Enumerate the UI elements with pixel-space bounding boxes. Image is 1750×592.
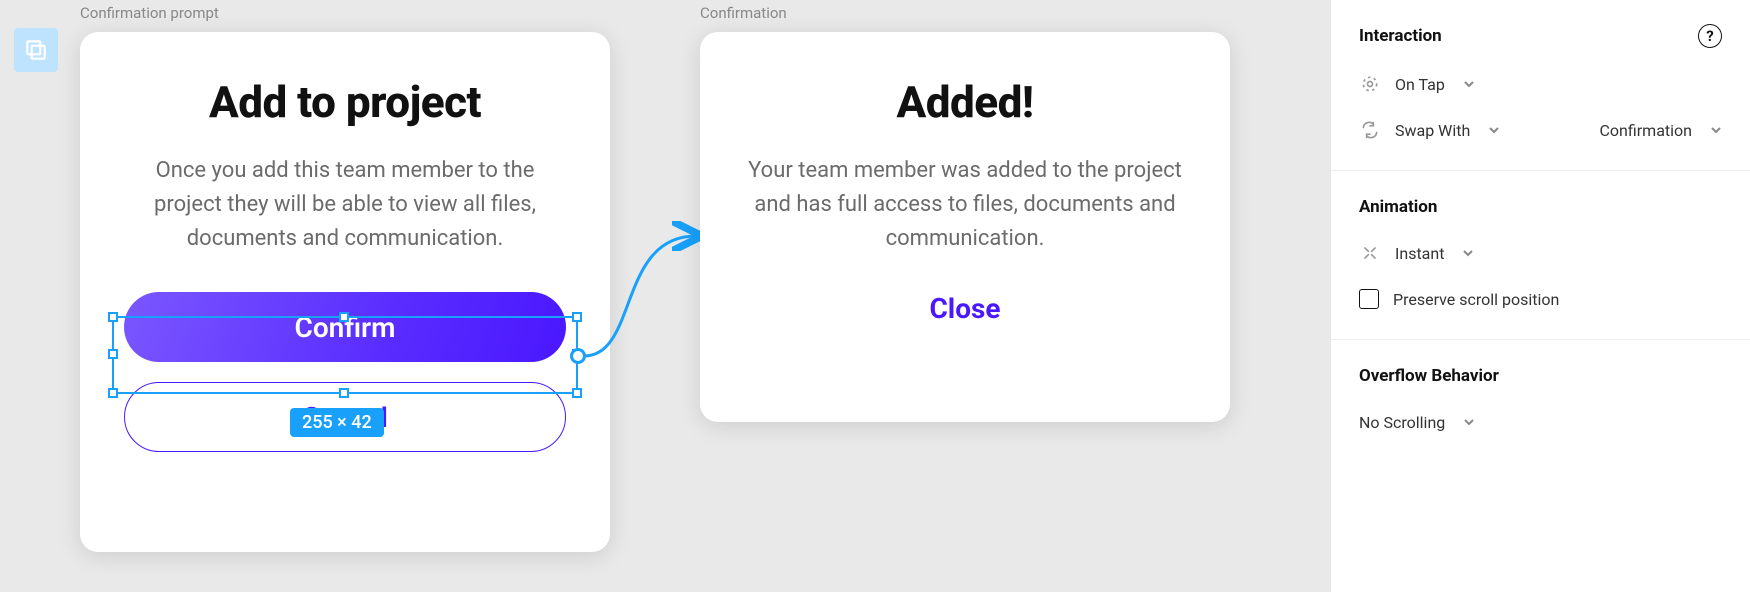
prototype-connection-handle[interactable] <box>570 348 586 364</box>
design-canvas[interactable]: Confirmation prompt Add to project Once … <box>0 0 1330 592</box>
trigger-label: On Tap <box>1395 75 1445 94</box>
close-button[interactable]: Close <box>744 292 1186 325</box>
dialog-body: Once you add this team member to the pro… <box>124 154 566 256</box>
section-title-animation: Animation <box>1359 197 1437 217</box>
instant-icon <box>1359 242 1381 264</box>
trigger-row[interactable]: On Tap <box>1359 70 1722 98</box>
action-label: Swap With <box>1395 121 1470 140</box>
animation-type-row[interactable]: Instant <box>1359 239 1722 267</box>
preserve-scroll-label: Preserve scroll position <box>1393 290 1559 309</box>
dialog-title: Add to project <box>124 76 566 128</box>
frame-confirmation-prompt[interactable]: Add to project Once you add this team me… <box>80 32 610 552</box>
help-icon[interactable]: ? <box>1698 24 1722 48</box>
frame-label-2[interactable]: Confirmation <box>700 4 787 22</box>
preserve-scroll-checkbox[interactable] <box>1359 289 1379 309</box>
dialog-body: Your team member was added to the projec… <box>744 154 1186 256</box>
confirm-button[interactable]: Confirm <box>124 292 566 362</box>
action-target[interactable]: Confirmation <box>1600 121 1692 140</box>
overflow-mode-label: No Scrolling <box>1359 413 1445 432</box>
component-instance-icon[interactable] <box>14 28 58 72</box>
tap-icon <box>1359 73 1381 95</box>
action-row[interactable]: Swap With Confirmation <box>1359 116 1722 144</box>
dialog-title: Added! <box>744 76 1186 128</box>
section-title-interaction: Interaction <box>1359 26 1442 46</box>
selection-dimensions-badge: 255 × 42 <box>290 408 384 437</box>
chevron-down-icon <box>1463 78 1475 90</box>
overflow-mode-row[interactable]: No Scrolling <box>1359 408 1722 436</box>
preserve-scroll-row[interactable]: Preserve scroll position <box>1359 285 1722 313</box>
prototype-panel: Interaction ? On Tap <box>1330 0 1750 592</box>
chevron-down-icon <box>1462 247 1474 259</box>
frame-label-1[interactable]: Confirmation prompt <box>80 4 219 22</box>
chevron-down-icon <box>1488 124 1500 136</box>
animation-type-label: Instant <box>1395 244 1444 263</box>
chevron-down-icon <box>1710 124 1722 136</box>
swap-icon <box>1359 119 1381 141</box>
frame-confirmation[interactable]: Added! Your team member was added to the… <box>700 32 1230 422</box>
section-title-overflow: Overflow Behavior <box>1359 366 1499 386</box>
chevron-down-icon <box>1463 416 1475 428</box>
